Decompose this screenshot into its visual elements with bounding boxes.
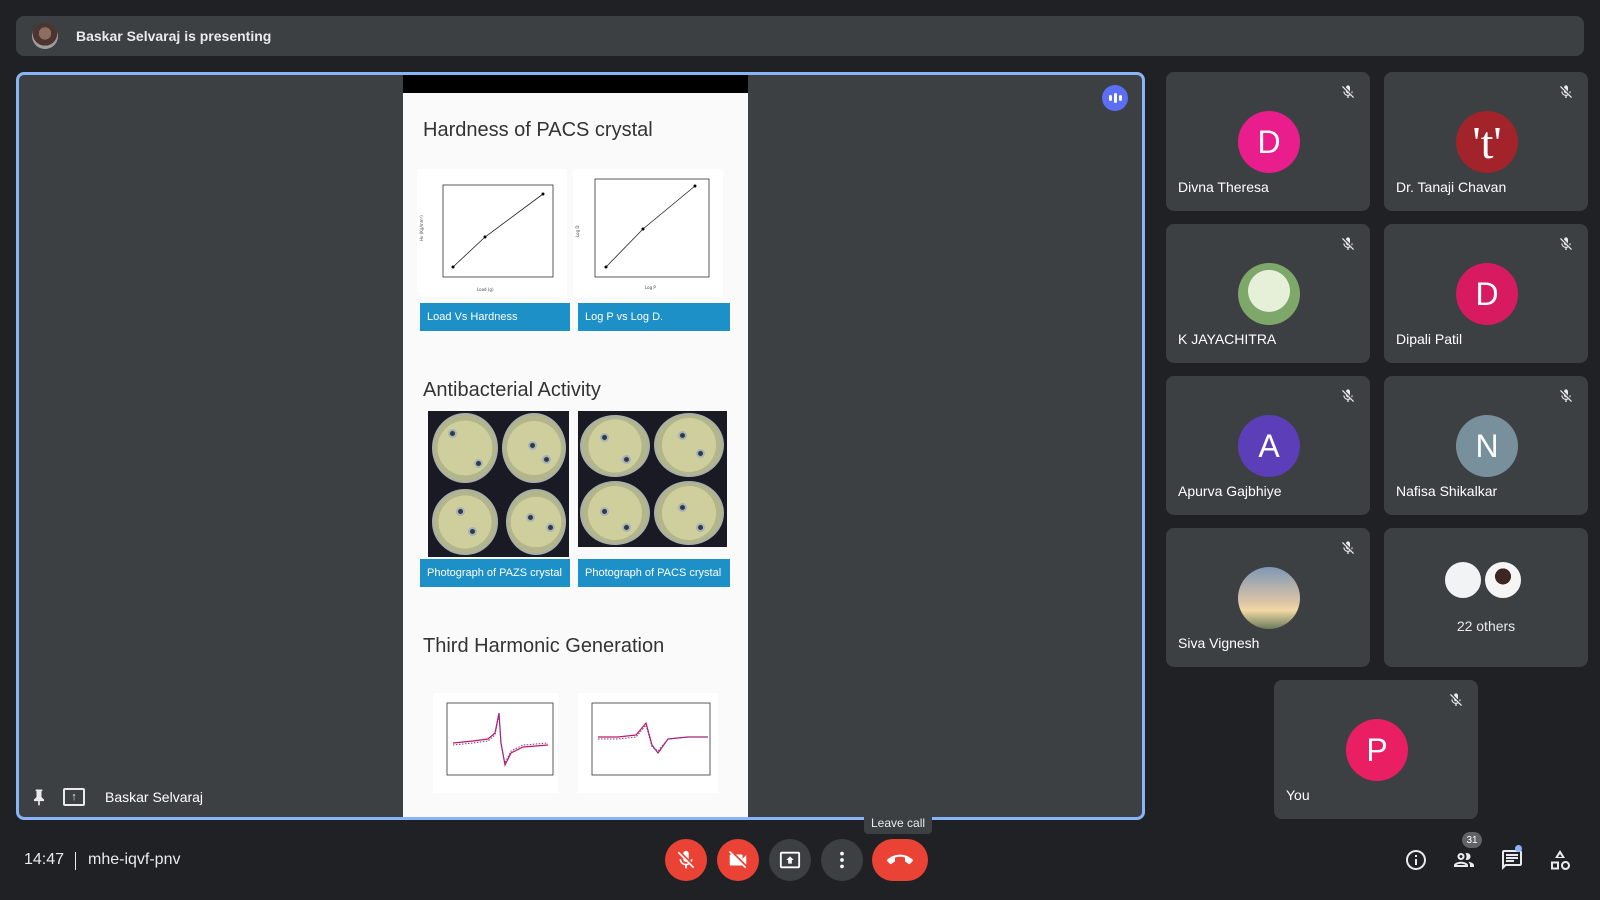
participant-name: Siva Vignesh: [1178, 635, 1260, 651]
clock-time: 14:47: [24, 851, 65, 868]
logp-vs-logd-plot: Log P Log D: [573, 169, 723, 297]
caption-pazs-photo: Photograph of PAZS crystal: [420, 559, 570, 587]
present-to-all-icon: [779, 851, 801, 869]
others-label: 22 others: [1456, 618, 1516, 634]
people-icon[interactable]: [1452, 848, 1476, 872]
shared-slide: Hardness of PACS crystal Load (g) Hv (Kg/…: [403, 75, 748, 817]
participant-tile[interactable]: D Divna Theresa: [1166, 72, 1370, 211]
load-vs-hardness-plot: Load (g) Hv (Kg/mm²): [417, 169, 567, 297]
svg-text:Hv (Kg/mm²): Hv (Kg/mm²): [419, 215, 424, 241]
mic-off-icon: [1342, 541, 1354, 554]
svg-text:Load (g): Load (g): [477, 287, 494, 292]
participant-name: Nafisa Shikalkar: [1396, 483, 1498, 499]
participant-avatar: D: [1238, 111, 1300, 173]
participant-tile[interactable]: K JAYACHITRA: [1166, 224, 1370, 363]
participant-tile[interactable]: Siva Vignesh: [1166, 528, 1370, 667]
participant-avatar: D: [1456, 263, 1518, 325]
pin-icon[interactable]: [29, 787, 49, 807]
mic-off-icon: [1342, 389, 1354, 402]
participant-name: Dr. Tanaji Chavan: [1396, 179, 1507, 195]
camera-toggle-button[interactable]: [717, 839, 759, 881]
caption-pacs-photo: Photograph of PACS crystal: [578, 559, 730, 587]
thg-plot-2: [578, 693, 718, 793]
participant-name: Dipali Patil: [1396, 331, 1463, 347]
mic-off-icon: [1560, 85, 1572, 98]
others-tile[interactable]: 22 others: [1384, 528, 1588, 667]
slide-title-antibacterial: Antibacterial Activity: [423, 379, 601, 401]
svg-text:Log D: Log D: [575, 226, 580, 238]
participant-tile[interactable]: 't' Dr. Tanaji Chavan: [1384, 72, 1588, 211]
participant-avatar: A: [1238, 415, 1300, 477]
participant-name: Apurva Gajbhiye: [1178, 483, 1282, 499]
caption-logp-vs-logd: Log P vs Log D.: [578, 303, 730, 331]
participant-tile[interactable]: D Dipali Patil: [1384, 224, 1588, 363]
slide-title-hardness: Hardness of PACS crystal: [423, 119, 653, 141]
chat-icon[interactable]: [1500, 848, 1524, 872]
mic-toggle-button[interactable]: [665, 839, 707, 881]
others-avatar: [1443, 560, 1483, 600]
slide-title-thg: Third Harmonic Generation: [423, 635, 665, 657]
leave-call-button[interactable]: [872, 839, 928, 881]
call-end-icon: [887, 854, 913, 865]
pacs-petri-photo: [578, 411, 727, 547]
participant-photo: [1238, 263, 1300, 325]
mic-off-icon: [677, 850, 695, 869]
more-options-button[interactable]: [821, 839, 863, 881]
participant-avatar: 't': [1456, 111, 1518, 173]
speaking-indicator-icon: [1102, 85, 1128, 111]
leave-call-tooltip: Leave call: [864, 812, 933, 834]
present-now-button[interactable]: [769, 839, 811, 881]
activities-icon[interactable]: [1548, 848, 1572, 872]
people-count-badge: 31: [1462, 832, 1482, 848]
presenter-avatar: [32, 23, 58, 49]
participant-name: Divna Theresa: [1178, 179, 1269, 195]
divider: [75, 852, 76, 870]
svg-text:Log P: Log P: [645, 285, 656, 290]
mic-off-icon: [1560, 237, 1572, 250]
slide-top-bar: [403, 75, 748, 93]
others-avatar: [1483, 560, 1523, 600]
participant-photo: [1238, 567, 1300, 629]
pazs-petri-photo: [428, 411, 569, 557]
mic-off-icon: [1450, 693, 1462, 706]
participant-name: K JAYACHITRA: [1178, 331, 1277, 347]
mic-off-icon: [1342, 85, 1354, 98]
self-name: You: [1286, 787, 1310, 803]
presenter-name: Baskar Selvaraj: [105, 789, 204, 805]
caption-load-vs-hardness: Load Vs Hardness: [420, 303, 570, 331]
mic-off-icon: [1560, 389, 1572, 402]
participant-avatar: N: [1456, 415, 1518, 477]
self-tile[interactable]: P You: [1274, 680, 1478, 819]
chat-notification-dot: [1515, 845, 1522, 852]
mic-off-icon: [1342, 237, 1354, 250]
meeting-code: mhe-iqvf-pnv: [88, 851, 181, 868]
presenting-banner: Baskar Selvaraj is presenting: [16, 16, 1584, 56]
meeting-details-icon[interactable]: [1404, 848, 1428, 872]
present-screen-icon[interactable]: ↑: [63, 788, 85, 806]
presenting-text: Baskar Selvaraj is presenting: [76, 28, 272, 44]
thg-plot-1: [433, 693, 558, 793]
stage-footer: ↑ Baskar Selvaraj: [29, 787, 203, 807]
self-avatar: P: [1346, 719, 1408, 781]
camera-off-icon: [728, 850, 747, 869]
participant-tile[interactable]: A Apurva Gajbhiye: [1166, 376, 1370, 515]
more-vert-icon: [840, 851, 844, 869]
participant-tile[interactable]: N Nafisa Shikalkar: [1384, 376, 1588, 515]
presentation-stage[interactable]: Hardness of PACS crystal Load (g) Hv (Kg/…: [16, 72, 1145, 820]
